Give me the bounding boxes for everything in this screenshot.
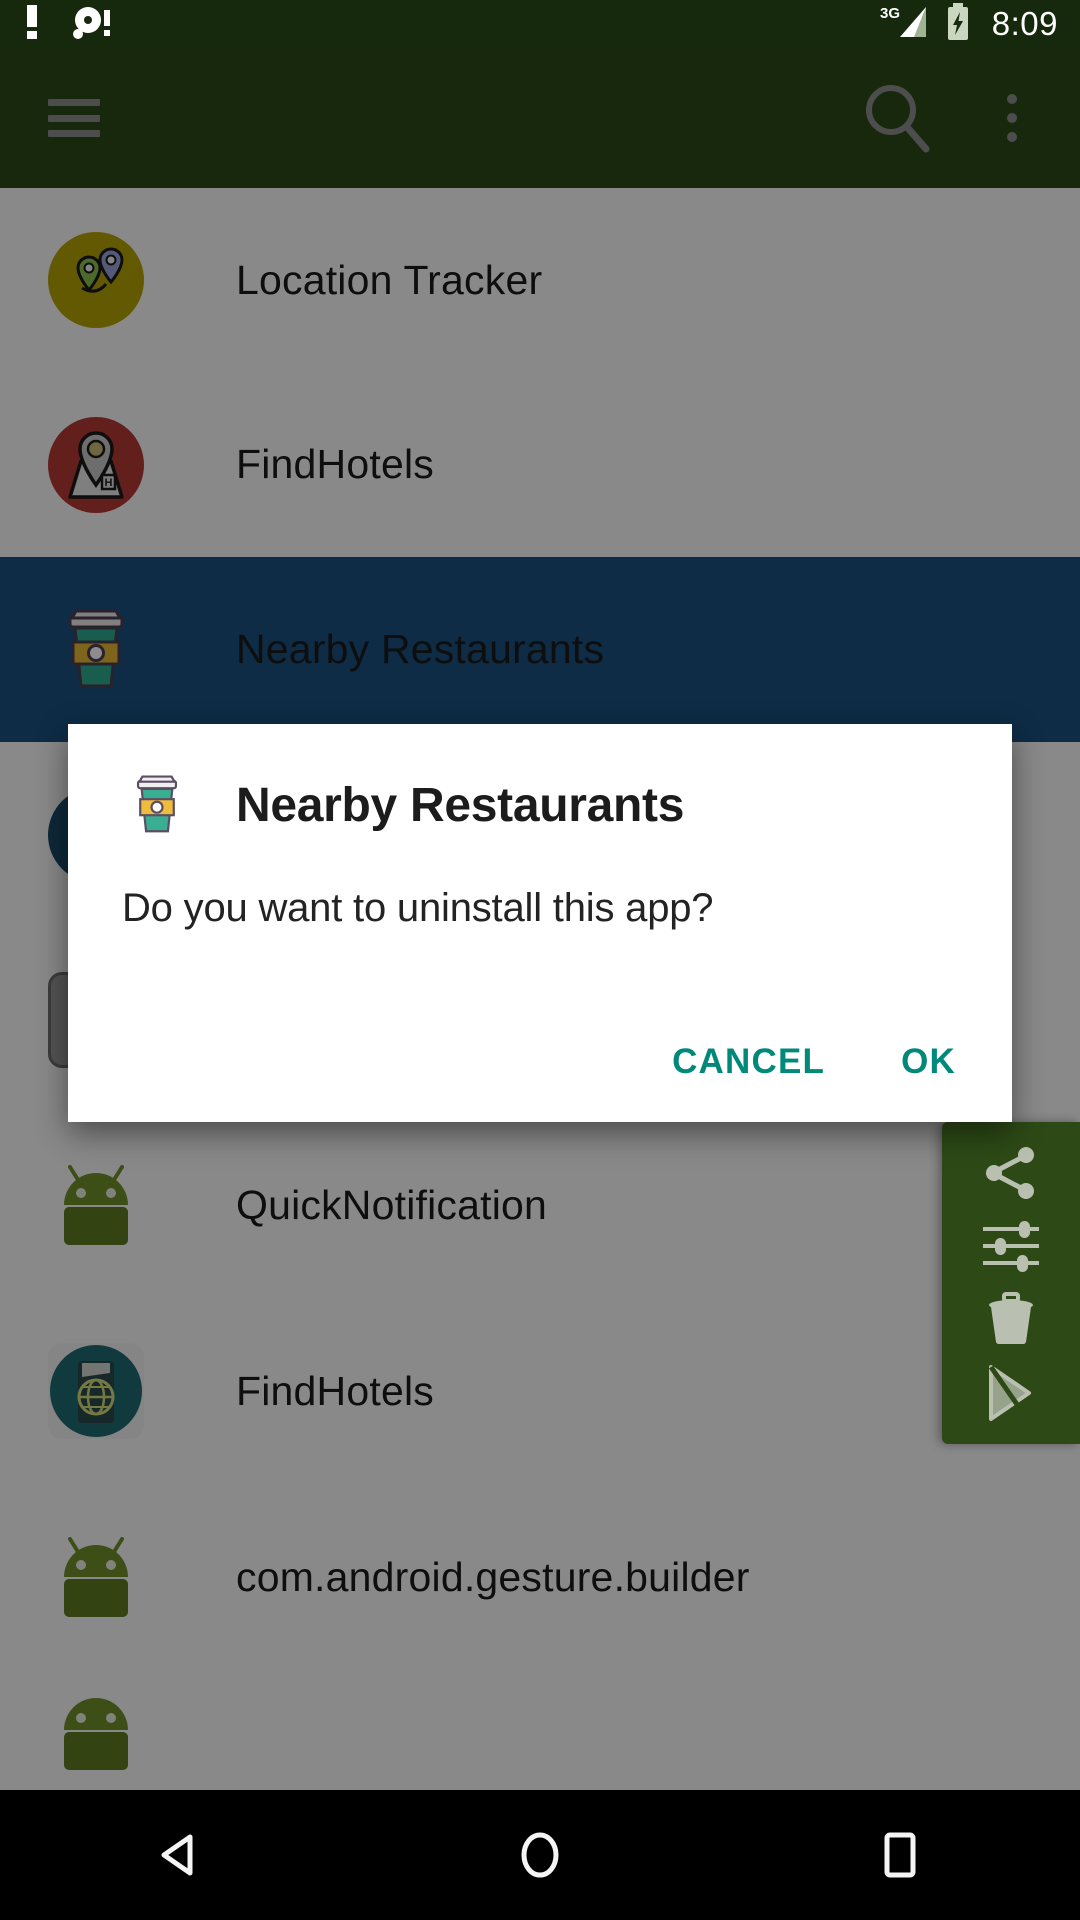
status-bar-clock: 8:09 [991,5,1058,42]
svg-text:3G: 3G [880,5,900,22]
cancel-button[interactable]: CANCEL [664,1032,833,1092]
trash-icon[interactable] [971,1283,1051,1357]
dialog-header: Nearby Restaurants [68,724,1012,840]
recents-button[interactable] [840,1795,960,1915]
settings-sliders-icon[interactable] [971,1210,1051,1284]
dialog-message: Do you want to uninstall this app? [122,886,714,930]
share-icon[interactable] [971,1136,1051,1210]
dialog-title: Nearby Restaurants [236,778,685,832]
status-bar: 3G 8:09 [0,0,1080,48]
side-action-panel [942,1122,1080,1444]
status-bar-notification-icons [22,4,114,44]
android-screen: 3G 8:09 Location Tracker H FindHotels Ne… [0,0,1080,1920]
home-button[interactable] [480,1795,600,1915]
back-button[interactable] [120,1795,240,1915]
status-bar-system-icons: 3G 8:09 [880,2,1058,46]
disc-alert-icon [68,5,114,44]
signal-3g-icon: 3G [880,3,932,46]
warning-icon [22,4,42,44]
coffee-cup-icon [122,770,192,840]
play-store-icon[interactable] [971,1357,1051,1431]
dialog-actions: CANCEL OK [664,1032,964,1092]
navigation-bar [0,1790,1080,1920]
uninstall-dialog: Nearby Restaurants Do you want to uninst… [68,724,1012,1122]
battery-charging-icon [946,2,970,46]
ok-button[interactable]: OK [893,1032,964,1092]
